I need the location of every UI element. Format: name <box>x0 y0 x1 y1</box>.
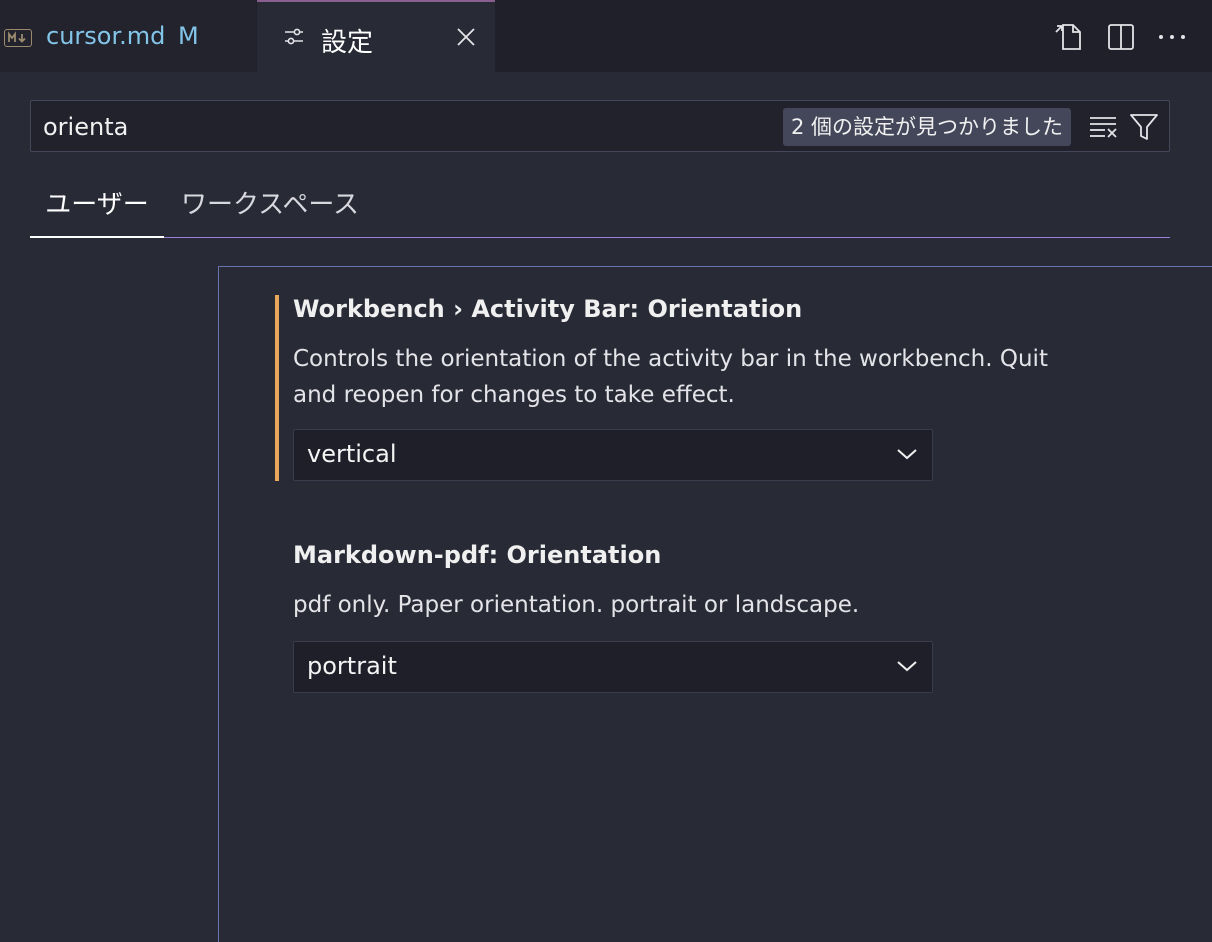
editor-tab-bar: cursor.md M 設定 <box>0 0 1212 72</box>
modified-indicator: M <box>178 22 199 50</box>
orientation-select[interactable]: vertical <box>293 429 933 481</box>
tab-label: 設定 <box>321 28 374 58</box>
settings-scope-tabs: ユーザー ワークスペース <box>30 180 1170 238</box>
settings-sliders-icon <box>283 26 305 52</box>
setting-description: Controls the orientation of the activity… <box>293 346 1048 408</box>
split-editor-icon[interactable] <box>1104 20 1138 54</box>
setting-description: pdf only. Paper orientation. portrait or… <box>293 592 860 618</box>
tab-settings[interactable]: 設定 <box>257 0 495 72</box>
setting-title: Workbench › Activity Bar: Orientation <box>293 295 803 323</box>
orientation-select[interactable]: portrait <box>293 641 933 693</box>
select-value: vertical <box>307 440 397 468</box>
search-result-count: 2 個の設定が見つかりました <box>783 108 1072 146</box>
tab-cursor-md[interactable]: cursor.md M <box>0 0 256 72</box>
select-value: portrait <box>307 652 397 680</box>
tab-label: cursor.md <box>46 22 166 50</box>
chevron-down-icon <box>896 658 918 677</box>
more-actions-icon[interactable] <box>1155 20 1189 54</box>
setting-title: Markdown-pdf: Orientation <box>293 541 662 569</box>
modified-setting-indicator <box>275 295 279 481</box>
settings-search-input[interactable] <box>43 109 763 145</box>
clear-filter-icon[interactable] <box>1089 114 1119 140</box>
close-icon[interactable] <box>453 24 479 50</box>
chevron-down-icon <box>896 446 918 465</box>
setting-item-markdown-pdf-orientation: Markdown-pdf: Orientation pdf only. Pape… <box>293 541 1113 693</box>
settings-list-panel: Workbench › Activity Bar: Orientation Co… <box>218 266 1212 942</box>
settings-search-box: 2 個の設定が見つかりました <box>30 100 1170 152</box>
markdown-icon <box>4 29 32 47</box>
filter-icon[interactable] <box>1129 112 1159 142</box>
open-file-icon[interactable] <box>1052 20 1086 54</box>
tab-user[interactable]: ユーザー <box>30 180 164 238</box>
tab-workspace[interactable]: ワークスペース <box>180 180 360 238</box>
setting-item-activity-bar-orientation: Workbench › Activity Bar: Orientation Co… <box>275 295 1113 481</box>
